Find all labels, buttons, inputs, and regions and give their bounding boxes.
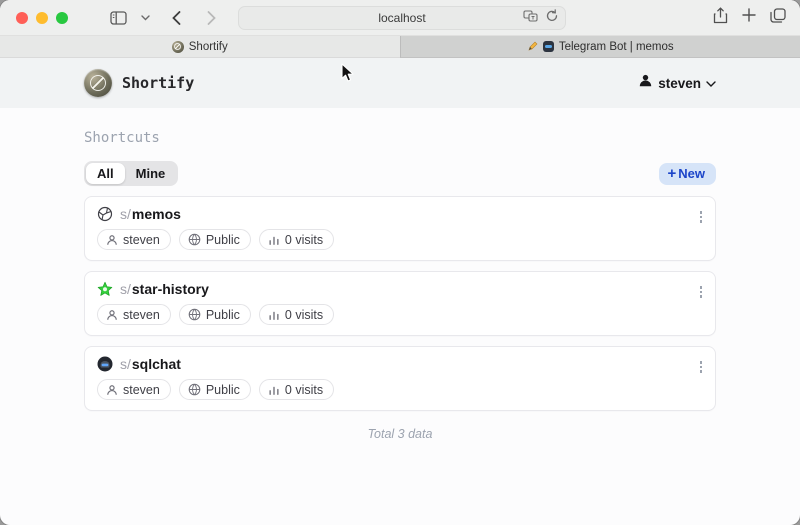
tab-telegram-bot-memos[interactable]: Telegram Bot | memos xyxy=(400,36,800,58)
visibility-badge: Public xyxy=(179,304,251,325)
shortify-favicon xyxy=(172,41,184,53)
visits-badge: 0 visits xyxy=(259,304,334,325)
filter-mine-button[interactable]: Mine xyxy=(125,163,177,184)
brand[interactable]: Shortify xyxy=(84,69,194,97)
plus-icon: + xyxy=(668,166,677,181)
tab-bar: Shortify Telegram Bot | memos xyxy=(0,36,800,58)
more-actions-icon[interactable] xyxy=(697,358,706,376)
visits-badge: 0 visits xyxy=(259,229,334,250)
visits-badge: 0 visits xyxy=(259,379,334,400)
shortcut-name[interactable]: memos xyxy=(132,206,181,222)
more-actions-icon[interactable] xyxy=(697,208,706,226)
back-button[interactable] xyxy=(170,6,183,30)
chevron-down-icon xyxy=(706,74,716,92)
shortcut-prefix: s/ xyxy=(120,356,131,372)
sidebar-toggle-icon[interactable] xyxy=(108,6,129,30)
tab-overview-icon[interactable] xyxy=(770,8,786,28)
section-title: Shortcuts xyxy=(84,130,716,146)
more-actions-icon[interactable] xyxy=(697,283,706,301)
address-url: localhost xyxy=(378,11,425,25)
browser-toolbar: localhost xyxy=(0,0,800,36)
shortcut-prefix: s/ xyxy=(120,281,131,297)
shortcut-card[interactable]: s/ memos steven xyxy=(84,196,716,261)
forward-button[interactable] xyxy=(205,6,218,30)
pencil-icon xyxy=(527,41,538,52)
translate-icon[interactable] xyxy=(523,9,539,27)
brand-name: Shortify xyxy=(122,74,194,92)
shortcut-card[interactable]: s/ star-history steven xyxy=(84,271,716,336)
user-icon xyxy=(638,73,653,93)
close-window-button[interactable] xyxy=(16,12,28,24)
reload-icon[interactable] xyxy=(546,9,558,27)
filter-segmented-control: All Mine xyxy=(84,161,178,186)
green-star-favicon-icon xyxy=(97,281,113,297)
minimize-window-button[interactable] xyxy=(36,12,48,24)
share-icon[interactable] xyxy=(713,7,728,29)
creator-badge: steven xyxy=(97,229,171,250)
new-shortcut-button[interactable]: + New xyxy=(659,163,717,185)
tab-title: Telegram Bot | memos xyxy=(559,41,674,53)
window-controls xyxy=(16,12,68,24)
tab-title: Shortify xyxy=(189,41,228,53)
sidebar-chevron-down-icon[interactable] xyxy=(139,6,152,30)
robot-favicon-icon xyxy=(97,356,113,372)
globe-favicon-icon xyxy=(97,206,113,222)
zoom-window-button[interactable] xyxy=(56,12,68,24)
new-tab-icon[interactable] xyxy=(742,8,756,27)
user-menu[interactable]: steven xyxy=(638,73,716,93)
shortify-logo-icon xyxy=(84,69,112,97)
shortcut-name[interactable]: star-history xyxy=(132,281,209,297)
filter-all-button[interactable]: All xyxy=(86,163,125,184)
shortcut-card[interactable]: s/ sqlchat steven xyxy=(84,346,716,411)
total-count-label: Total 3 data xyxy=(84,427,716,441)
visibility-badge: Public xyxy=(179,379,251,400)
creator-badge: steven xyxy=(97,304,171,325)
tab-shortify[interactable]: Shortify xyxy=(0,36,400,58)
main-content: Shortcuts All Mine + New xyxy=(84,108,716,441)
address-bar[interactable]: localhost xyxy=(238,6,566,30)
shortcut-name[interactable]: sqlchat xyxy=(132,356,181,372)
app-header: Shortify steven xyxy=(0,58,800,108)
shortcut-prefix: s/ xyxy=(120,206,131,222)
screen: localhost xyxy=(0,0,800,525)
memos-bot-favicon xyxy=(543,41,554,52)
browser-window: localhost xyxy=(0,0,800,525)
creator-badge: steven xyxy=(97,379,171,400)
visibility-badge: Public xyxy=(179,229,251,250)
user-name: steven xyxy=(658,76,701,91)
